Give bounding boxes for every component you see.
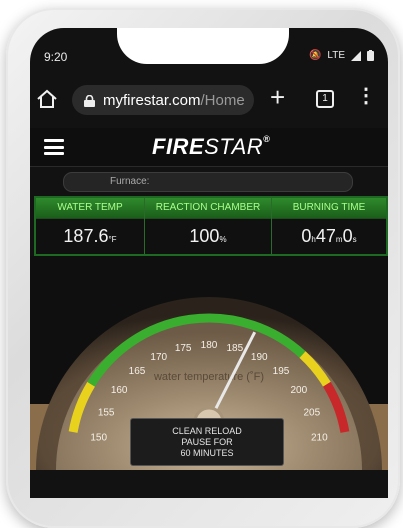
browser-toolbar: myfirestar.com/Home + 1 ⋮ — [30, 78, 388, 122]
app-header: FIRESTAR® — [30, 128, 388, 167]
reaction-chamber-unit: % — [219, 235, 227, 244]
reaction-chamber-number: 100 — [189, 226, 220, 246]
burning-seconds: 0 — [342, 226, 353, 246]
water-temp-label: WATER TEMP — [36, 198, 144, 219]
hamburger-menu-icon[interactable] — [44, 139, 64, 155]
gauge-tick-label: 195 — [273, 366, 290, 377]
gauge-tick-label: 150 — [90, 433, 107, 444]
water-temp-value: 187.6°F — [36, 219, 144, 257]
clean-reload-button[interactable]: CLEAN RELOAD PAUSE FOR 60 MINUTES — [130, 418, 284, 466]
gauge-tick-label: 210 — [311, 433, 328, 444]
gauge-tick-label: 175 — [175, 343, 192, 354]
firestar-logo: FIRESTAR® — [152, 134, 270, 160]
phone-notch — [117, 28, 289, 64]
gauge-label: water temperature (˚F) — [153, 371, 264, 383]
mute-icon: 🔕 — [308, 50, 322, 61]
furnace-selector[interactable]: Furnace: — [63, 172, 353, 192]
water-temp-number: 187.6 — [63, 226, 109, 246]
gauge-tick-label: 155 — [98, 408, 115, 419]
burning-time-value: 0h47m0s — [272, 219, 386, 257]
clean-reload-line1: CLEAN RELOAD — [172, 426, 242, 436]
status-time: 9:20 — [44, 50, 68, 64]
status-icons: 🔕 LTE — [309, 50, 374, 61]
battery-icon — [367, 50, 374, 61]
burning-minutes: 47 — [315, 226, 336, 246]
signal-icon — [351, 50, 361, 61]
phone-screen: 9:20 🔕 LTE myfirestar.com/Home + 1 ⋮ FIR… — [30, 28, 388, 498]
water-temp-unit: °F — [108, 235, 117, 244]
stat-water-temp: WATER TEMP 187.6°F — [36, 198, 145, 254]
burning-seconds-unit: s — [352, 235, 357, 244]
gauge-tick-label: 180 — [201, 340, 218, 351]
gauge-tick-label: 200 — [290, 385, 307, 396]
burning-minutes-unit: m — [335, 235, 343, 244]
stats-panel: WATER TEMP 187.6°F REACTION CHAMBER 100%… — [34, 196, 388, 256]
clean-reload-line3: 60 MINUTES — [180, 448, 234, 458]
burning-time-label: BURNING TIME — [272, 198, 386, 219]
logo-mark: ® — [263, 134, 271, 144]
gauge-tick-label: 170 — [150, 352, 167, 363]
tab-count-button[interactable]: 1 — [316, 90, 334, 108]
gauge-tick-label: 165 — [129, 366, 146, 377]
gauge-tick-label: 190 — [251, 352, 268, 363]
gauge-tick-label: 205 — [303, 408, 320, 419]
furnace-label: Furnace: — [110, 176, 150, 187]
stat-reaction-chamber: REACTION CHAMBER 100% — [145, 198, 272, 254]
logo-fire: FIRE — [152, 134, 205, 159]
new-tab-icon[interactable]: + — [270, 82, 285, 113]
lte-label: LTE — [327, 50, 345, 61]
reaction-chamber-label: REACTION CHAMBER — [145, 198, 271, 219]
gauge-tick-label: 160 — [111, 385, 128, 396]
clean-reload-line2: PAUSE FOR — [181, 437, 233, 447]
logo-star: STAR — [204, 134, 264, 159]
url-field[interactable]: myfirestar.com/Home — [72, 85, 254, 115]
lock-icon — [84, 94, 95, 107]
home-icon[interactable] — [34, 86, 60, 112]
url-host: myfirestar.com — [103, 91, 201, 109]
gauge-tick-label: 185 — [226, 343, 243, 354]
url-path: /Home — [200, 91, 245, 109]
reaction-chamber-value: 100% — [145, 219, 271, 257]
burning-hours: 0 — [301, 226, 312, 246]
overflow-menu-icon[interactable]: ⋮ — [356, 86, 376, 106]
stat-burning-time: BURNING TIME 0h47m0s — [272, 198, 386, 254]
